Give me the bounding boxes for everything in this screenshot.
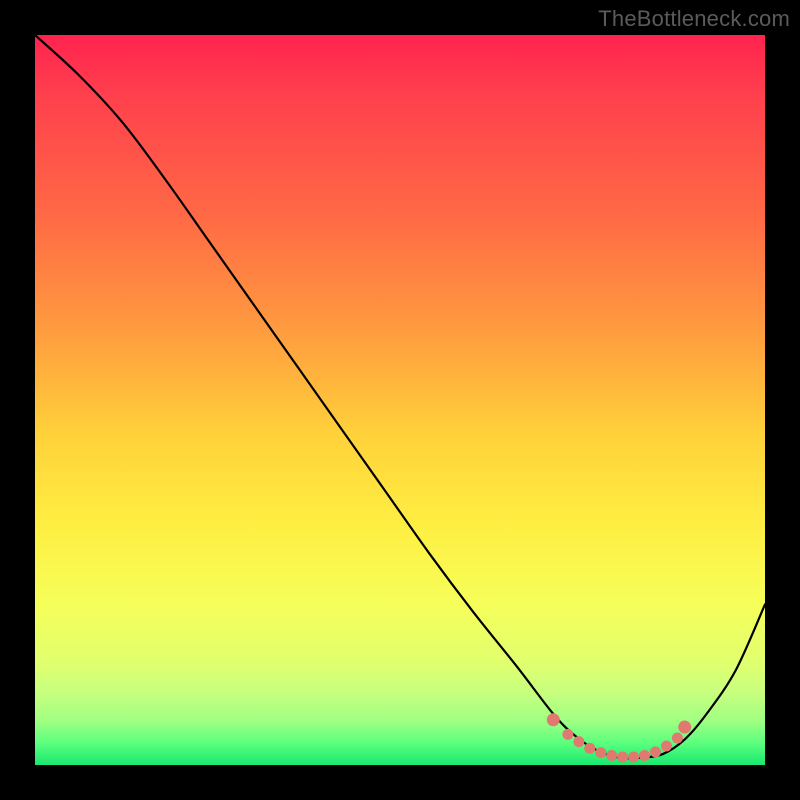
- highlight-dot: [595, 747, 606, 758]
- watermark-text: TheBottleneck.com: [598, 6, 790, 32]
- highlight-dot: [672, 732, 683, 743]
- highlight-dot: [562, 729, 573, 740]
- highlight-dot: [617, 751, 628, 762]
- highlight-dot: [678, 721, 691, 734]
- highlight-dot: [584, 743, 595, 754]
- plot-area: [35, 35, 765, 765]
- highlight-dot: [639, 750, 650, 761]
- highlight-dots: [547, 713, 691, 762]
- chart-stage: TheBottleneck.com: [0, 0, 800, 800]
- highlight-dot: [606, 750, 617, 761]
- highlight-dot: [573, 736, 584, 747]
- highlight-dot: [547, 713, 560, 726]
- highlight-dot: [650, 746, 661, 757]
- chart-overlay: [35, 35, 765, 765]
- highlight-dot: [661, 741, 672, 752]
- highlight-dot: [628, 751, 639, 762]
- bottleneck-curve: [35, 35, 765, 758]
